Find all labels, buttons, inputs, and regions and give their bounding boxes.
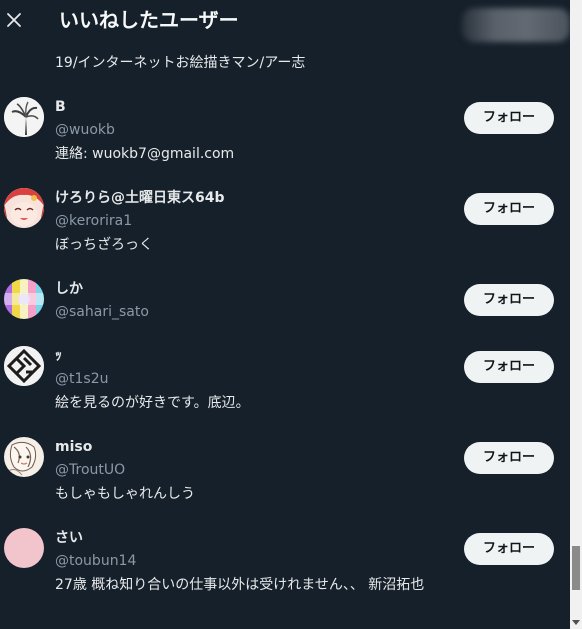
- modal-title: いいねしたユーザー: [59, 8, 239, 32]
- modal-header: いいねしたユーザー: [0, 0, 570, 46]
- user-display-name[interactable]: ｯ: [55, 346, 62, 366]
- user-display-name[interactable]: けろりら@土曜日東ス64b: [55, 188, 225, 208]
- user-row[interactable]: ｯ @t1s2u 絵を見るのが好きです。底辺。 フォロー: [0, 345, 570, 417]
- follow-button[interactable]: フォロー: [464, 351, 554, 383]
- follow-button[interactable]: フォロー: [464, 193, 554, 225]
- user-bio: 27歳 概ね知り合いの仕事以外は受けれません、、 新沼拓也: [55, 577, 425, 593]
- red-hair-girl-avatar[interactable]: [4, 188, 44, 228]
- user-handle[interactable]: @sahari_sato: [55, 302, 149, 322]
- user-handle[interactable]: @TroutUO: [55, 460, 125, 480]
- user-row[interactable]: しか @sahari_sato フォロー: [0, 278, 570, 328]
- user-display-name[interactable]: さい: [55, 528, 83, 548]
- close-icon: [7, 13, 21, 27]
- user-handle[interactable]: @t1s2u: [55, 369, 108, 389]
- follow-button[interactable]: フォロー: [464, 533, 554, 565]
- colorful-avatar[interactable]: [4, 279, 44, 319]
- user-display-name[interactable]: B: [55, 97, 66, 117]
- geometric-logo-avatar[interactable]: [4, 346, 44, 386]
- user-row[interactable]: さい @toubun14 27歳 概ね知り合いの仕事以外は受けれません、、 新沼…: [0, 527, 570, 599]
- sketch-character-avatar[interactable]: [4, 437, 44, 477]
- user-display-name[interactable]: しか: [55, 279, 83, 299]
- user-handle[interactable]: @wuokb: [55, 120, 115, 140]
- user-row[interactable]: miso @TroutUO もしゃもしゃれんしう フォロー: [0, 436, 570, 508]
- follow-button[interactable]: フォロー: [464, 442, 554, 474]
- user-handle[interactable]: @kerorira1: [55, 211, 132, 231]
- user-handle[interactable]: @toubun14: [55, 551, 136, 571]
- user-row[interactable]: けろりら@土曜日東ス64b @kerorira1 ぼっちざろっく フォロー: [0, 187, 570, 259]
- user-bio: 絵を見るのが好きです。底辺。: [55, 395, 250, 411]
- user-bio: もしゃもしゃれんしう: [55, 486, 195, 502]
- follow-button[interactable]: フォロー: [464, 102, 554, 134]
- palm-tree-avatar[interactable]: [4, 97, 44, 137]
- scrollbar-thumb[interactable]: [572, 546, 580, 590]
- scroll-down-arrow-icon[interactable]: [572, 618, 580, 626]
- partial-user-bio: 19/インターネットお絵描きマン/アー志: [55, 55, 306, 71]
- user-row[interactable]: B @wuokb 連絡: wuokb7@gmail.com フォロー: [0, 96, 570, 168]
- liked-users-modal: いいねしたユーザー 19/インターネットお絵描きマン/アー志 B @wuokb …: [0, 0, 570, 629]
- blurred-header-element: [462, 8, 570, 42]
- scrollbar-track[interactable]: [570, 0, 582, 629]
- user-display-name[interactable]: miso: [55, 437, 92, 457]
- pink-circle-avatar[interactable]: [4, 528, 44, 568]
- user-bio: ぼっちざろっく: [55, 237, 153, 253]
- close-button[interactable]: [4, 7, 24, 33]
- follow-button[interactable]: フォロー: [464, 284, 554, 316]
- user-bio: 連絡: wuokb7@gmail.com: [55, 146, 235, 162]
